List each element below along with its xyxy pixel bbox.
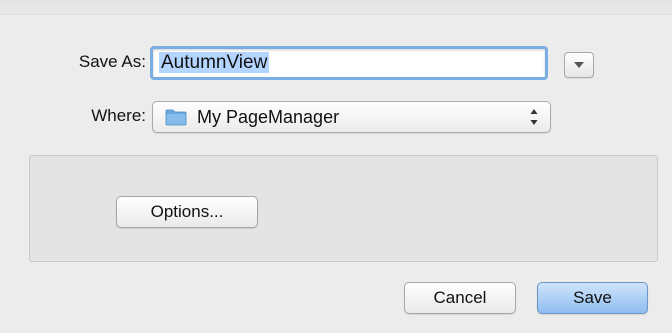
file-name-value[interactable]: AutumnView	[159, 52, 270, 73]
chevron-down-icon	[574, 62, 584, 68]
where-label: Where:	[91, 106, 146, 125]
save-as-label: Save As:	[78, 52, 146, 71]
folder-icon	[165, 109, 187, 126]
up-down-arrows-icon	[530, 109, 538, 125]
dialog-title-strip	[0, 0, 672, 15]
where-select[interactable]: My PageManager	[152, 101, 551, 133]
cancel-button[interactable]: Cancel	[404, 282, 516, 314]
save-dialog: Save As: AutumnView Where: My PageManage…	[0, 0, 672, 333]
where-value: My PageManager	[197, 107, 340, 127]
expand-dialog-button[interactable]	[564, 52, 594, 78]
options-button[interactable]: Options...	[116, 196, 258, 228]
save-button[interactable]: Save	[537, 282, 648, 314]
file-name-input[interactable]: AutumnView	[150, 46, 548, 80]
